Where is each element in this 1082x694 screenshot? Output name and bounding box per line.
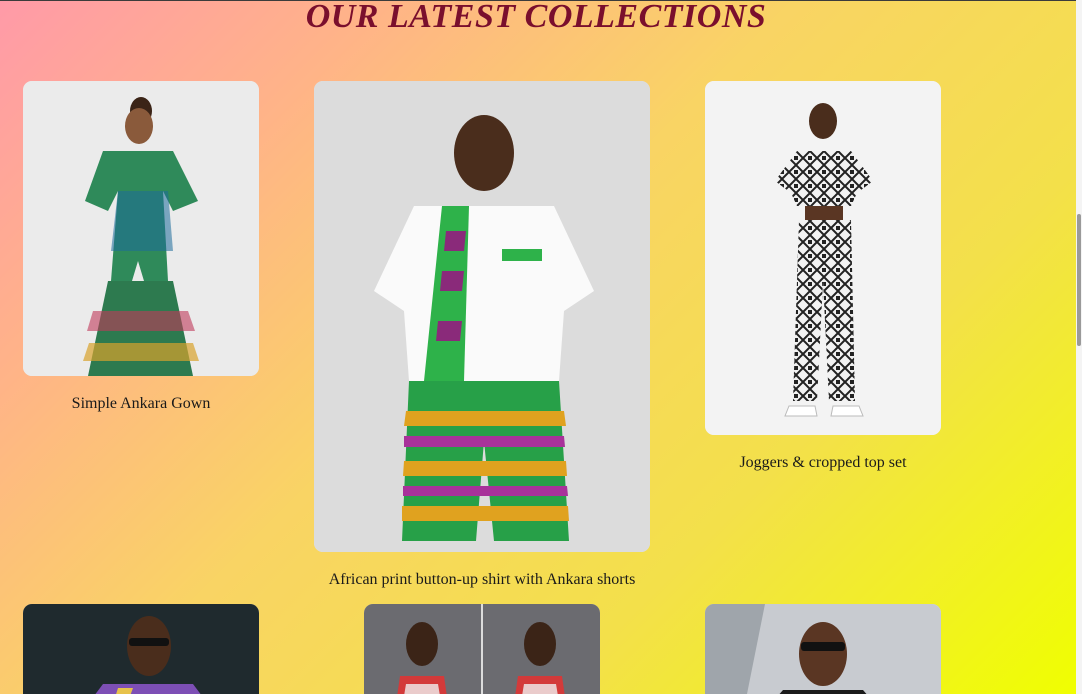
page-title: OUR LATEST COLLECTIONS bbox=[305, 0, 767, 35]
product-card-joggers-crop-top[interactable]: Joggers & cropped top set bbox=[705, 81, 941, 481]
product-image[interactable] bbox=[364, 604, 600, 694]
product-image[interactable] bbox=[23, 604, 259, 694]
product-caption: Simple Ankara Gown bbox=[71, 395, 211, 412]
page-scrollbar[interactable] bbox=[1076, 0, 1082, 694]
product-card-women-print-outfits[interactable] bbox=[364, 604, 600, 694]
product-image[interactable] bbox=[705, 604, 941, 694]
product-caption: Joggers & cropped top set bbox=[739, 454, 907, 471]
scrollbar-thumb[interactable] bbox=[1077, 214, 1081, 346]
product-image[interactable] bbox=[23, 81, 259, 376]
product-card-print-shirt-shorts[interactable]: African print button-up shirt with Ankar… bbox=[314, 81, 650, 601]
product-image[interactable] bbox=[314, 81, 650, 552]
product-card-floral-blazer[interactable] bbox=[23, 604, 259, 694]
product-caption: African print button-up shirt with Ankar… bbox=[328, 571, 636, 588]
product-card-man-sunglasses[interactable] bbox=[705, 604, 941, 694]
product-card-ankara-gown[interactable]: Simple Ankara Gown bbox=[23, 81, 259, 421]
product-image[interactable] bbox=[705, 81, 941, 435]
